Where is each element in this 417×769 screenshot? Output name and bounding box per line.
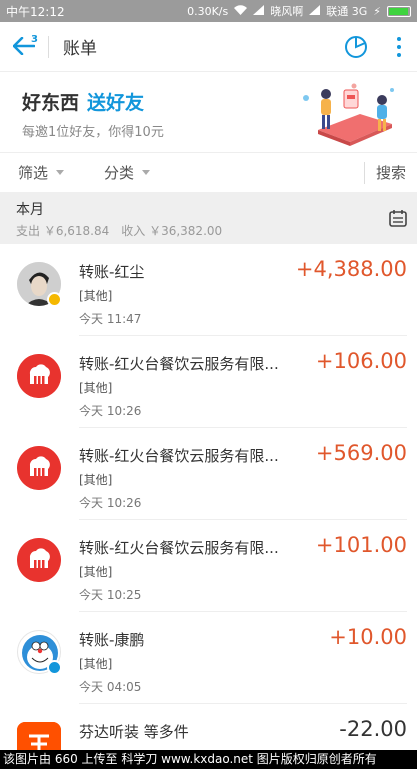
transaction-amount: +10.00: [329, 625, 407, 649]
wifi-icon: [234, 4, 248, 18]
transaction-name: 转账-红火台餐饮云服务有限...: [79, 355, 279, 373]
watermark-text: 该图片由 660 上传至 科学刀 www.kxdao.net 图片版权归原创者所…: [0, 750, 417, 769]
transaction-name: 芬达听装 等多件: [79, 723, 189, 741]
more-icon[interactable]: [381, 22, 417, 72]
page-title: 账单: [63, 39, 97, 59]
restaurant-logo-icon: [17, 538, 61, 582]
banner-title: 好东西 送好友: [22, 92, 145, 114]
category-dropdown[interactable]: 分类: [104, 162, 151, 183]
transaction-category: [其他]: [79, 657, 113, 671]
filter-bar: 筛选 分类 搜索: [0, 152, 417, 192]
status-time: 中午12:12: [6, 4, 65, 19]
month-totals: 支出 ￥6,618.84 收入 ￥36,382.00: [16, 222, 234, 239]
transaction-amount: +101.00: [315, 533, 407, 557]
taobao-logo-icon: [17, 722, 61, 750]
carrier-2: 联通 3G: [326, 5, 368, 18]
transaction-name: 转账-红尘: [79, 263, 145, 281]
network-speed: 0.30K/s: [187, 4, 229, 18]
expense-total: 支出 ￥6,618.84: [16, 224, 110, 238]
list-item[interactable]: 转账-红尘 [其他] 今天 11:47 +4,388.00: [0, 244, 417, 336]
caret-down-icon: [142, 170, 151, 175]
month-summary: 本月 支出 ￥6,618.84 收入 ￥36,382.00: [0, 192, 417, 244]
restaurant-logo-icon: [17, 354, 61, 398]
banner-title-highlight: 送好友: [87, 92, 145, 114]
invite-banner[interactable]: 好东西 送好友 每邀1位好友，你得10元: [0, 72, 417, 152]
invite-illustration: [303, 83, 394, 146]
filter-dropdown[interactable]: 筛选: [18, 162, 65, 183]
list-item[interactable]: 芬达听装 等多件 -22.00: [0, 704, 417, 750]
transaction-amount: -22.00: [339, 717, 407, 741]
calendar-icon[interactable]: [389, 209, 407, 231]
transaction-amount: +106.00: [315, 349, 407, 373]
back-button[interactable]: 3: [0, 22, 48, 72]
transaction-time: 今天 11:47: [79, 312, 142, 326]
caret-down-icon: [56, 170, 65, 175]
back-badge: 3: [31, 33, 38, 45]
list-item[interactable]: 转账-红火台餐饮云服务有限... [其他] 今天 10:25 +101.00: [0, 520, 417, 612]
list-item[interactable]: 转账-红火台餐饮云服务有限... [其他] 今天 10:26 +569.00: [0, 428, 417, 520]
app-bar: 3 账单: [0, 22, 417, 72]
transaction-name: 转账-红火台餐饮云服务有限...: [79, 539, 279, 557]
transaction-category: [其他]: [79, 289, 113, 303]
transaction-name: 转账-康鹏: [79, 631, 145, 649]
transaction-time: 今天 10:25: [79, 588, 142, 602]
verified-badge-icon: [47, 660, 62, 675]
transaction-amount: +569.00: [315, 441, 407, 465]
pie-chart-icon[interactable]: [331, 22, 381, 72]
transaction-name: 转账-红火台餐饮云服务有限...: [79, 447, 279, 465]
banner-subtitle: 每邀1位好友，你得10元: [22, 125, 164, 140]
list-item[interactable]: 转账-红火台餐饮云服务有限... [其他] 今天 10:26 +106.00: [0, 336, 417, 428]
divider: [48, 35, 49, 58]
status-bar: 中午12:12 0.30K/s 晓风啊 联通 3G ⚡: [0, 0, 417, 22]
income-total: 收入 ￥36,382.00: [121, 224, 223, 238]
battery-icon: [387, 5, 411, 17]
transaction-time: 今天 10:26: [79, 496, 142, 510]
search-button[interactable]: 搜索: [365, 162, 417, 183]
carrier-1: 晓风啊: [270, 5, 304, 18]
transaction-category: [其他]: [79, 381, 113, 395]
transaction-category: [其他]: [79, 565, 113, 579]
signal-icon: [253, 4, 265, 18]
list-item[interactable]: 转账-康鹏 [其他] 今天 04:05 +10.00: [0, 612, 417, 704]
month-label: 本月: [16, 202, 44, 218]
charging-icon: ⚡: [373, 4, 381, 18]
restaurant-logo-icon: [17, 446, 61, 490]
transaction-time: 今天 10:26: [79, 404, 142, 418]
verified-badge-icon: [47, 292, 62, 307]
signal-icon: [309, 4, 321, 18]
transaction-category: [其他]: [79, 473, 113, 487]
transaction-time: 今天 04:05: [79, 680, 142, 694]
transaction-list: 转账-红尘 [其他] 今天 11:47 +4,388.00 转账-红火台餐饮云服…: [0, 244, 417, 750]
transaction-amount: +4,388.00: [295, 257, 407, 281]
